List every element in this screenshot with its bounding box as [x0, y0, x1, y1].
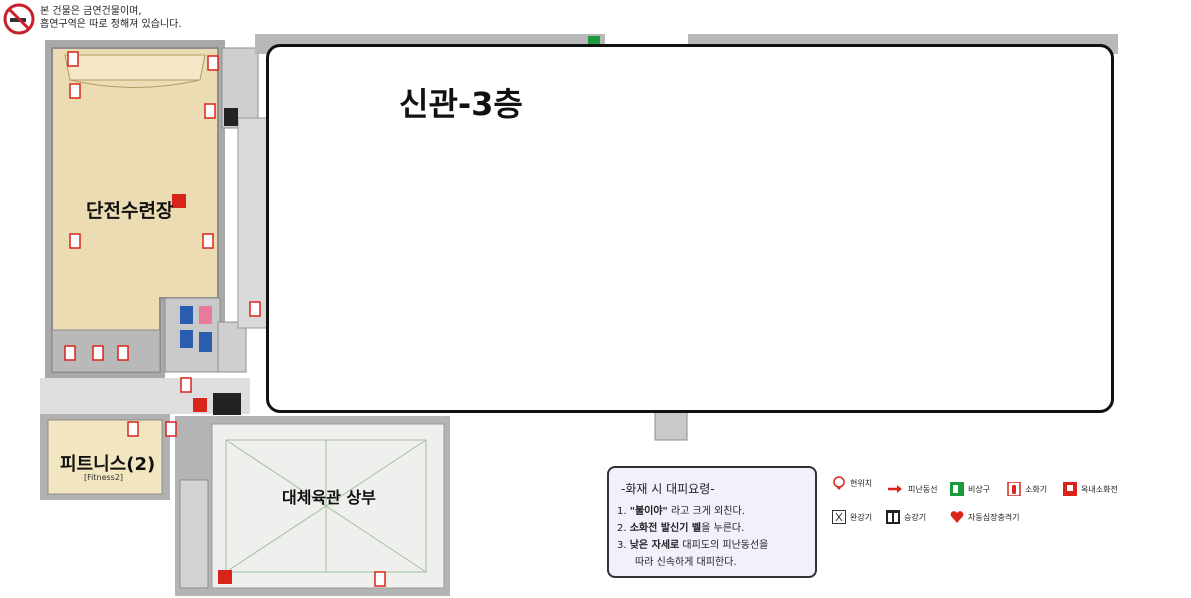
- indoor-hydrant-icon: [1063, 482, 1077, 496]
- evacuation-route-arrow-icon: [888, 485, 902, 493]
- legend-elevator: 승강기: [886, 510, 926, 524]
- evac-step-3: 3. 낮은 자세로 대피도의 피난동선을: [617, 540, 769, 551]
- legend-aed: 자동심장충격기: [950, 510, 1020, 524]
- legend-exit: 비상구: [950, 482, 990, 496]
- legend-extinguisher: 소화기: [1007, 482, 1047, 496]
- elevator-icon: [886, 510, 900, 524]
- evac-step-2: 2. 소화전 발신기 벨을 누른다.: [617, 523, 745, 534]
- notice-line-1: 본 건물은 금연건물이며,: [40, 6, 142, 17]
- room-label-gym-upper: 대체육관 상부: [282, 488, 376, 507]
- floor-popup[interactable]: 신관-3층: [266, 44, 1114, 413]
- legend-hydrant: 옥내소화전: [1063, 482, 1118, 496]
- room-label-hall: 단전수련장: [86, 200, 174, 222]
- fire-extinguisher-icon: [1007, 482, 1021, 496]
- aed-heart-icon: [950, 511, 964, 523]
- current-location-icon: [833, 476, 845, 490]
- legend-descender: 완강기: [832, 510, 872, 524]
- evac-step-1: 1. "불이야" 라고 크게 외친다.: [617, 506, 745, 517]
- popup-title: 신관-3층: [399, 85, 523, 123]
- evac-step-3-line2: 따라 신속하게 대피한다.: [635, 557, 737, 568]
- evacuation-title: -화재 시 대피요령-: [621, 482, 715, 496]
- legend-route: 피난동선: [886, 482, 937, 496]
- evacuation-guide: -화재 시 대피요령- 1. "불이야" 라고 크게 외친다. 2. 소화전 발…: [607, 466, 817, 578]
- no-smoking-icon: [3, 3, 35, 35]
- room-label-fitness-en: [Fitness2]: [84, 473, 124, 482]
- notice-line-2: 흡연구역은 따로 정해져 있습니다.: [40, 19, 182, 30]
- legend-here: 현위치: [832, 476, 872, 490]
- emergency-exit-icon: [950, 482, 964, 496]
- descender-icon: [832, 510, 846, 524]
